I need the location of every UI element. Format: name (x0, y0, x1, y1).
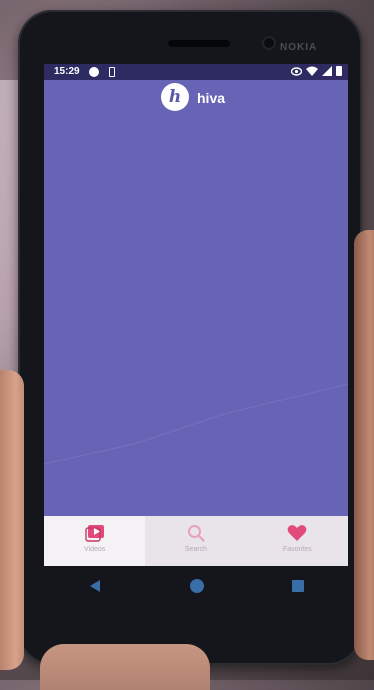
app-header: h hiva (44, 80, 348, 114)
nav-label-favorites: Favorites (282, 546, 312, 553)
recent-apps-icon[interactable] (292, 580, 304, 592)
bottom-navigation: Videos Search Favorites (44, 516, 348, 566)
android-system-nav (44, 566, 348, 606)
notification-icon (89, 67, 99, 77)
hiva-logo-icon: h (161, 83, 189, 111)
hand-thumb-bottom (40, 644, 210, 690)
device-brand: NOKIA (280, 42, 318, 53)
nav-item-favorites[interactable]: Favorites (247, 516, 348, 566)
home-icon[interactable] (190, 579, 204, 593)
signal-icon (322, 66, 332, 76)
eye-icon (291, 66, 302, 76)
phone-screen: 15:29 h hiva Videos Search Favorites (44, 64, 348, 566)
wifi-icon (306, 66, 318, 76)
battery-icon (336, 66, 342, 76)
heart-icon (287, 525, 307, 541)
status-icons (291, 66, 342, 76)
nav-label-videos: Videos (84, 546, 106, 553)
sim-icon (109, 67, 115, 77)
search-icon (187, 525, 205, 542)
nav-item-videos[interactable]: Videos (44, 516, 146, 566)
nav-label-search: Search (184, 546, 208, 553)
status-bar: 15:29 (44, 64, 348, 80)
nav-item-search[interactable]: Search (145, 516, 246, 566)
hand-finger-left (0, 370, 24, 670)
status-time: 15:29 (54, 66, 80, 77)
screen-crack (44, 383, 348, 465)
back-icon[interactable] (88, 579, 102, 593)
app-name: hiva (197, 90, 226, 106)
earpiece (168, 40, 230, 47)
hand-finger-right (354, 230, 374, 660)
front-camera (264, 38, 274, 48)
video-icon (84, 525, 104, 542)
content-area[interactable] (44, 114, 348, 516)
